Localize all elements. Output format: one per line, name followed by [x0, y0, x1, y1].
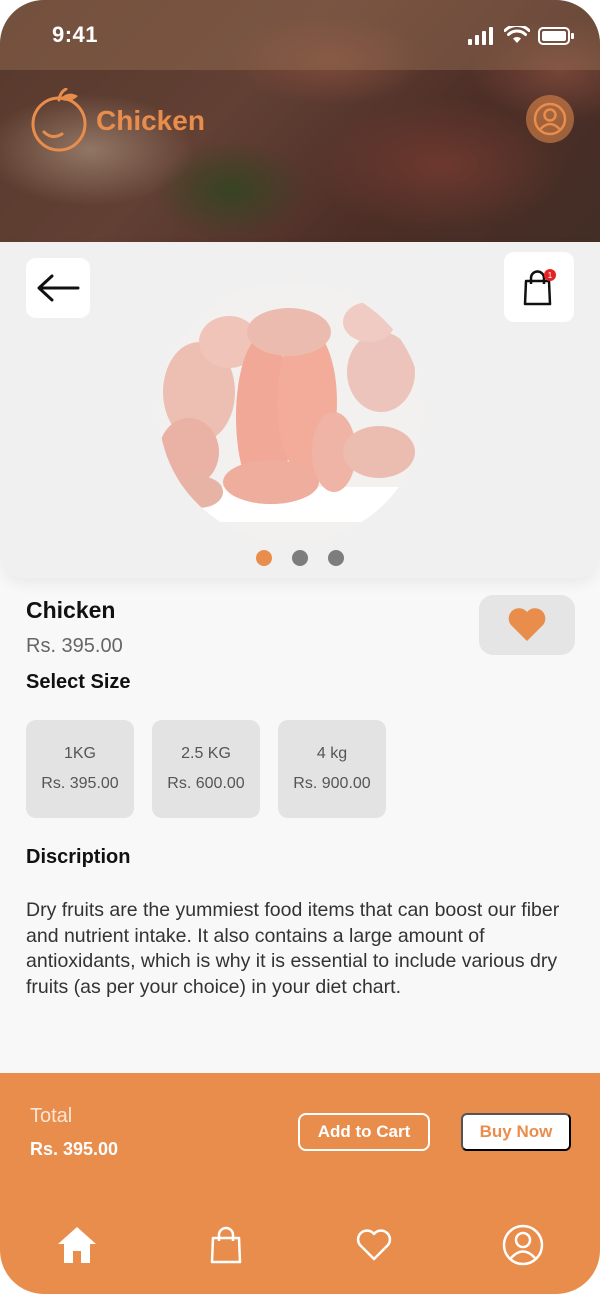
size-option[interactable]: 1KG Rs. 395.00 [26, 720, 134, 818]
checkout-bar: Total Rs. 395.00 Add to Cart Buy Now [0, 1073, 600, 1294]
phone-screen: 9:41 Chicken 1 Chicken Rs. 395.00 Select… [0, 0, 600, 1294]
battery-icon [538, 26, 574, 45]
product-image [159, 282, 423, 542]
header-profile-button[interactable] [526, 95, 574, 143]
description-text: Dry fruits are the yummiest food items t… [26, 899, 560, 998]
back-button[interactable] [26, 258, 90, 318]
carousel-dots [256, 550, 344, 566]
size-option-size: 2.5 KG [181, 745, 231, 762]
size-option[interactable]: 4 kg Rs. 900.00 [278, 720, 386, 818]
status-icons [468, 26, 574, 45]
brand: Chicken [30, 88, 205, 154]
buy-now-button[interactable]: Buy Now [461, 1113, 571, 1151]
size-option-size: 1KG [63, 745, 96, 762]
total-label: Total [30, 1105, 73, 1127]
product-title: Chicken [26, 597, 116, 623]
chicken-image [159, 282, 423, 542]
favorite-button[interactable] [479, 595, 575, 655]
brand-name: Chicken [96, 105, 205, 136]
bottom-nav [0, 1221, 600, 1269]
wifi-icon [504, 26, 530, 43]
header-banner: 9:41 Chicken [0, 0, 600, 242]
shopping-bag-icon: 1 [523, 269, 556, 306]
bag-icon [210, 1226, 242, 1264]
total-value: Rs. 395.00 [30, 1139, 119, 1159]
signal-icon [468, 26, 493, 45]
heart-outline-icon [356, 1229, 392, 1261]
arrow-left-icon [37, 274, 80, 302]
add-to-cart-button[interactable]: Add to Cart [298, 1113, 430, 1151]
carousel-dot[interactable] [328, 550, 344, 566]
product-card: 1 [0, 242, 600, 578]
nav-home[interactable] [53, 1221, 101, 1269]
nav-favorites[interactable] [350, 1221, 398, 1269]
size-option-size: 4 kg [316, 745, 348, 762]
description-label: Discription [26, 846, 131, 868]
size-option[interactable]: 2.5 KG Rs. 600.00 [152, 720, 260, 818]
status-time: 9:41 [52, 22, 99, 47]
size-option-price: Rs. 900.00 [293, 775, 371, 792]
select-size-label: Select Size [26, 671, 131, 693]
cart-button[interactable]: 1 [504, 252, 574, 322]
nav-bag[interactable] [202, 1221, 250, 1269]
orange-logo-icon [31, 88, 87, 152]
heart-icon [508, 608, 546, 641]
home-icon [58, 1227, 96, 1263]
carousel-dot[interactable] [292, 550, 308, 566]
profile-icon [502, 1224, 544, 1266]
carousel-dot-active[interactable] [256, 550, 272, 566]
size-options: 1KG Rs. 395.00 2.5 KG Rs. 600.00 4 kg Rs… [26, 720, 386, 818]
product-price: Rs. 395.00 [26, 635, 123, 657]
profile-icon [533, 102, 567, 136]
nav-profile[interactable] [499, 1221, 547, 1269]
size-option-price: Rs. 600.00 [167, 775, 245, 792]
size-option-price: Rs. 395.00 [41, 775, 119, 792]
cart-badge-count: 1 [548, 271, 553, 280]
